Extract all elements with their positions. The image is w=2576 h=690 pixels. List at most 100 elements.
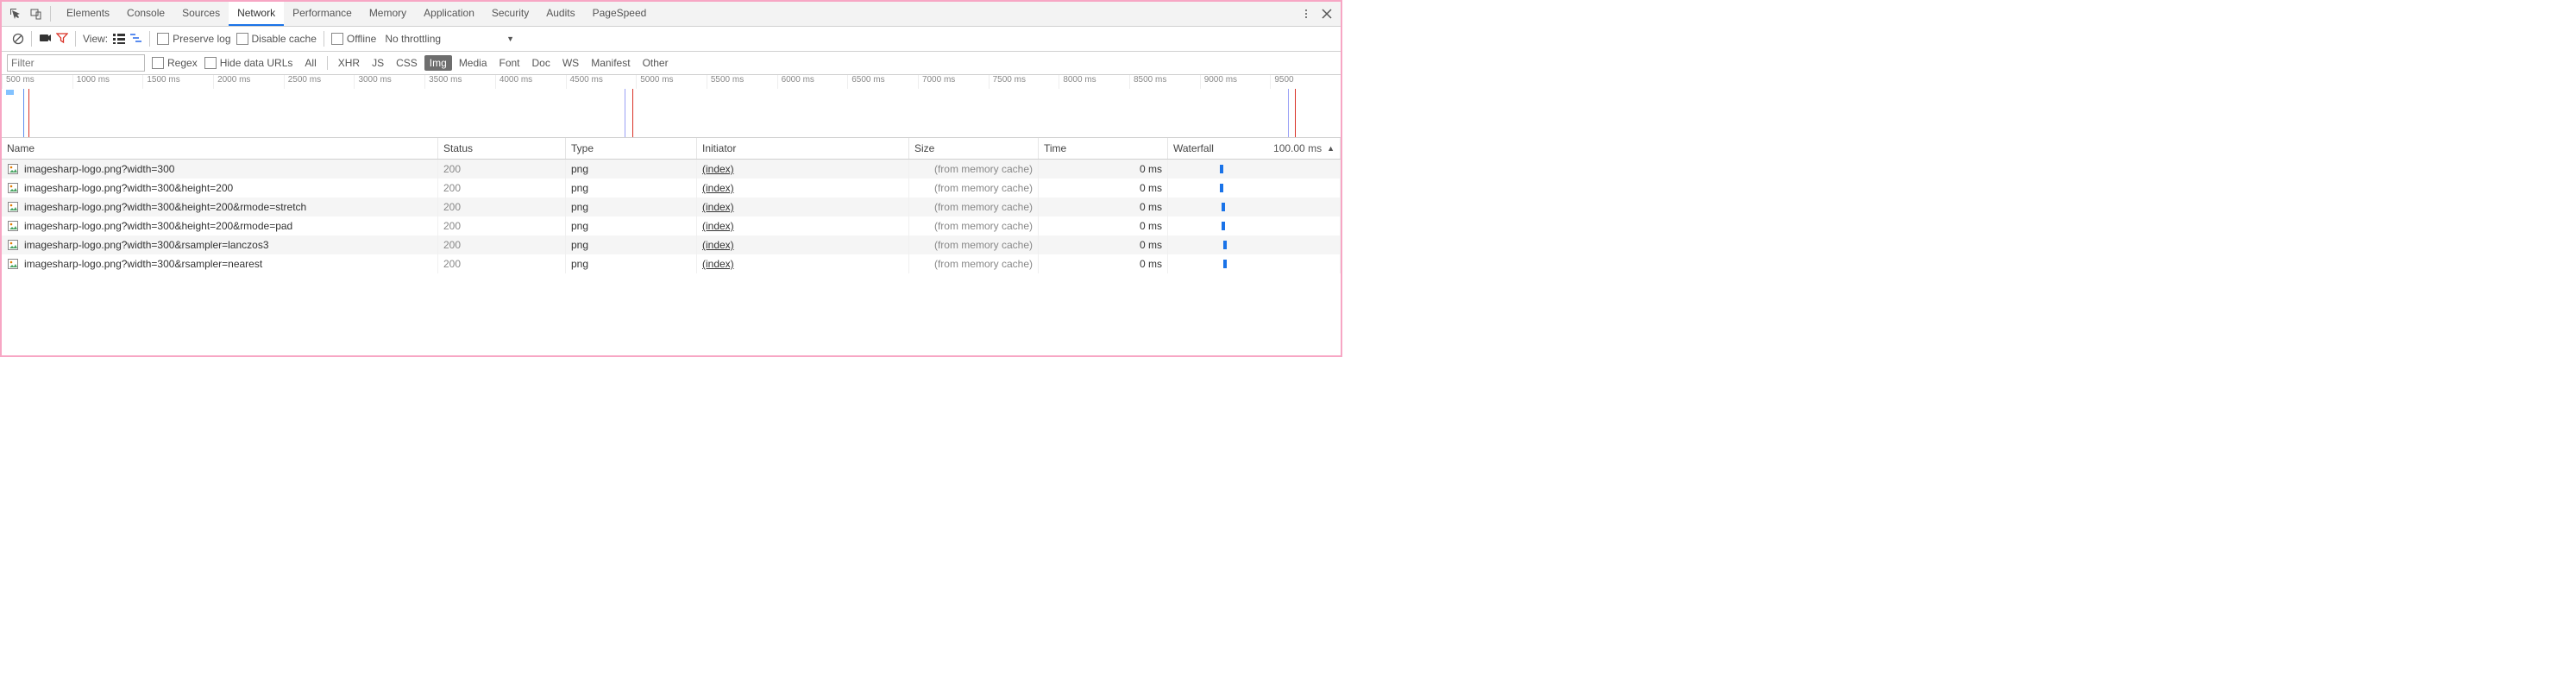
cell-type: png: [566, 254, 697, 273]
filter-type-img[interactable]: Img: [424, 55, 452, 71]
col-header-waterfall-label: Waterfall: [1173, 142, 1214, 154]
filter-type-doc[interactable]: Doc: [527, 55, 556, 71]
col-header-time[interactable]: Time: [1039, 138, 1168, 159]
waterfall-bar: [1223, 241, 1227, 249]
timeline-overview[interactable]: 500 ms1000 ms1500 ms2000 ms2500 ms3000 m…: [2, 75, 1341, 138]
timeline-tick: 7000 ms: [918, 75, 989, 89]
large-rows-icon[interactable]: [113, 33, 125, 45]
disable-cache-label: Disable cache: [252, 33, 317, 45]
timeline-tick: 9500: [1270, 75, 1341, 89]
cell-initiator: (index): [697, 198, 909, 216]
throttling-value: No throttling: [385, 33, 441, 45]
filter-icon[interactable]: [56, 32, 68, 47]
offline-checkbox[interactable]: Offline: [331, 33, 376, 45]
table-row[interactable]: imagesharp-logo.png?width=300&height=200…: [2, 179, 1341, 198]
tab-pagespeed[interactable]: PageSpeed: [584, 2, 656, 26]
timeline-request-bar: [6, 90, 14, 95]
initiator-link[interactable]: (index): [702, 201, 734, 213]
tab-security[interactable]: Security: [483, 2, 537, 26]
cell-name: imagesharp-logo.png?width=300&rsampler=n…: [2, 254, 438, 273]
filter-type-css[interactable]: CSS: [391, 55, 423, 71]
timeline-markers: [2, 89, 1341, 137]
table-header-row: Name Status Type Initiator Size Time Wat…: [2, 138, 1341, 160]
cell-waterfall: [1168, 254, 1341, 273]
filter-type-media[interactable]: Media: [454, 55, 493, 71]
cell-initiator: (index): [697, 235, 909, 254]
timeline-tick: 8500 ms: [1129, 75, 1200, 89]
hide-data-urls-label: Hide data URLs: [220, 57, 293, 69]
col-header-name[interactable]: Name: [2, 138, 438, 159]
col-header-type[interactable]: Type: [566, 138, 697, 159]
preserve-log-label: Preserve log: [173, 33, 230, 45]
col-header-status[interactable]: Status: [438, 138, 566, 159]
cell-initiator: (index): [697, 160, 909, 179]
timeline-tick: 2000 ms: [213, 75, 284, 89]
col-header-size[interactable]: Size: [909, 138, 1039, 159]
hide-data-urls-checkbox[interactable]: Hide data URLs: [204, 57, 293, 69]
col-header-waterfall[interactable]: Waterfall 100.00 ms ▲: [1168, 138, 1341, 159]
table-row[interactable]: imagesharp-logo.png?width=300&height=200…: [2, 216, 1341, 235]
disable-cache-checkbox[interactable]: Disable cache: [236, 33, 317, 45]
cell-initiator: (index): [697, 216, 909, 235]
timeline-tick: 7500 ms: [989, 75, 1059, 89]
close-icon[interactable]: [1316, 3, 1337, 24]
filter-type-manifest[interactable]: Manifest: [586, 55, 635, 71]
table-row[interactable]: imagesharp-logo.png?width=300&height=200…: [2, 198, 1341, 216]
tab-application[interactable]: Application: [415, 2, 483, 26]
screenshot-icon[interactable]: [39, 33, 51, 46]
initiator-link[interactable]: (index): [702, 239, 734, 251]
preserve-log-checkbox[interactable]: Preserve log: [157, 33, 230, 45]
separator: [327, 56, 328, 70]
cell-time: 0 ms: [1039, 198, 1168, 216]
cell-name: imagesharp-logo.png?width=300&height=200…: [2, 216, 438, 235]
timeline-tick: 3500 ms: [424, 75, 495, 89]
timeline-tick: 1500 ms: [142, 75, 213, 89]
device-toggle-icon[interactable]: [26, 3, 47, 24]
filter-type-js[interactable]: JS: [367, 55, 389, 71]
table-body: imagesharp-logo.png?width=300200png(inde…: [2, 160, 1341, 273]
tab-elements[interactable]: Elements: [58, 2, 118, 26]
table-row[interactable]: imagesharp-logo.png?width=300&rsampler=n…: [2, 254, 1341, 273]
cell-time: 0 ms: [1039, 254, 1168, 273]
filter-type-ws[interactable]: WS: [557, 55, 584, 71]
initiator-link[interactable]: (index): [702, 258, 734, 270]
kebab-menu-icon[interactable]: [1296, 3, 1316, 24]
throttling-select[interactable]: No throttling ▼: [385, 33, 514, 45]
filter-type-font[interactable]: Font: [494, 55, 525, 71]
tab-sources[interactable]: Sources: [173, 2, 229, 26]
cell-status: 200: [438, 235, 566, 254]
waterfall-bar: [1223, 260, 1227, 268]
timeline-tick: 4000 ms: [495, 75, 566, 89]
regex-checkbox[interactable]: Regex: [152, 57, 198, 69]
filter-type-all[interactable]: All: [299, 55, 321, 71]
initiator-link[interactable]: (index): [702, 182, 734, 194]
filter-input[interactable]: [7, 54, 145, 72]
table-row[interactable]: imagesharp-logo.png?width=300&rsampler=l…: [2, 235, 1341, 254]
waterfall-bar: [1222, 203, 1225, 211]
waterfall-view-icon[interactable]: [130, 33, 142, 45]
sort-asc-icon: ▲: [1327, 144, 1335, 153]
table-row[interactable]: imagesharp-logo.png?width=300200png(inde…: [2, 160, 1341, 179]
image-file-icon: [7, 220, 19, 232]
timeline-marker: [1288, 89, 1289, 137]
cell-size: (from memory cache): [909, 254, 1039, 273]
chevron-down-icon: ▼: [506, 34, 514, 43]
clear-button[interactable]: [12, 33, 24, 45]
initiator-link[interactable]: (index): [702, 163, 734, 175]
tab-audits[interactable]: Audits: [537, 2, 583, 26]
filter-type-other[interactable]: Other: [638, 55, 674, 71]
filter-type-xhr[interactable]: XHR: [333, 55, 365, 71]
tab-memory[interactable]: Memory: [361, 2, 415, 26]
cell-name: imagesharp-logo.png?width=300&rsampler=l…: [2, 235, 438, 254]
tab-network[interactable]: Network: [229, 2, 284, 26]
cell-type: png: [566, 160, 697, 179]
initiator-link[interactable]: (index): [702, 220, 734, 232]
col-header-initiator[interactable]: Initiator: [697, 138, 909, 159]
cell-waterfall: [1168, 235, 1341, 254]
timeline-tick: 4500 ms: [566, 75, 637, 89]
devtools-window: ElementsConsoleSourcesNetworkPerformance…: [0, 0, 1342, 357]
separator: [50, 6, 51, 22]
tab-performance[interactable]: Performance: [284, 2, 361, 26]
inspect-icon[interactable]: [5, 3, 26, 24]
tab-console[interactable]: Console: [118, 2, 173, 26]
